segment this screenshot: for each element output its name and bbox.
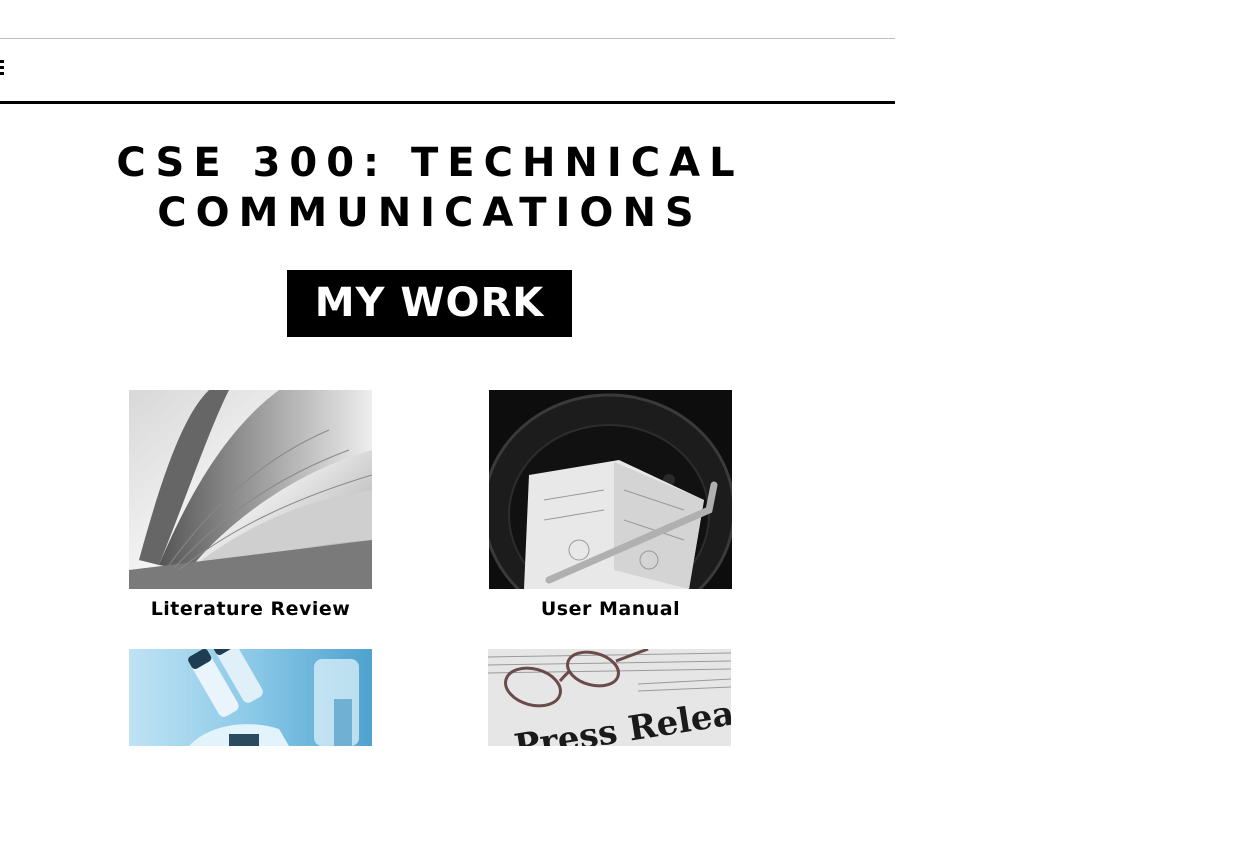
project-card-press-release[interactable]: Press Release	[488, 649, 731, 746]
user-manual-image	[489, 390, 732, 589]
hamburger-menu-icon[interactable]	[0, 60, 4, 76]
project-card-literature-review[interactable]: Literature Review	[129, 390, 372, 621]
nav-divider	[0, 101, 895, 104]
nav-bar	[0, 39, 895, 101]
project-card-user-manual[interactable]: User Manual	[489, 390, 732, 621]
section-label: MY WORK	[287, 270, 572, 337]
project-label: User Manual	[540, 598, 681, 620]
page-title: CSE 300: TECHNICAL COMMUNICATIONS	[116, 140, 744, 236]
open-book-image	[129, 390, 372, 589]
microscope-image	[129, 649, 372, 746]
project-label: Literature Review	[150, 598, 351, 620]
press-release-image: Press Release	[488, 649, 731, 746]
project-card-microscope[interactable]	[129, 649, 372, 746]
